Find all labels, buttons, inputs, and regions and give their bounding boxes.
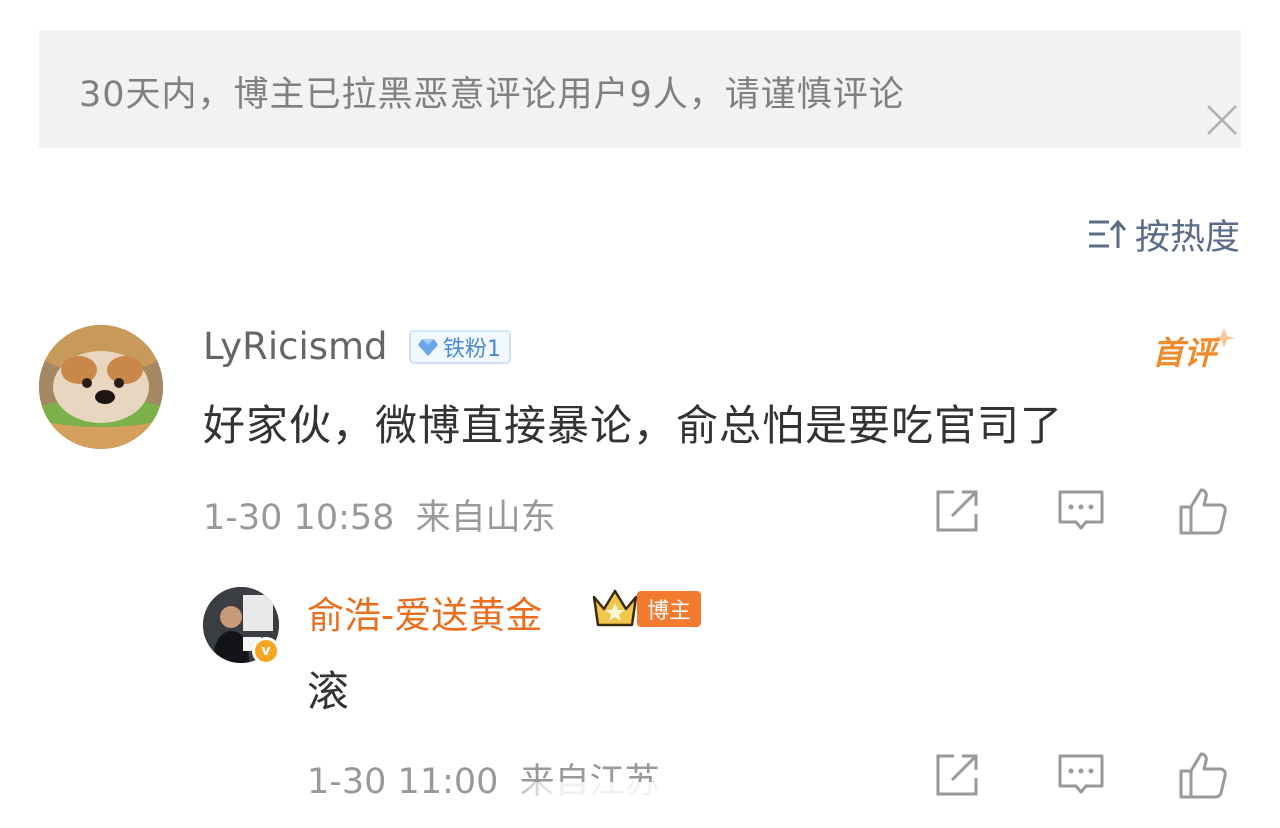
diamond-icon	[418, 339, 438, 356]
reply-icon[interactable]	[1054, 484, 1108, 538]
first-comment-label: 首评	[1152, 334, 1217, 372]
fan-badge-label: 铁粉1	[443, 337, 501, 362]
first-comment-badge: 首评	[1152, 322, 1236, 372]
fan-level-badge[interactable]: 铁粉1	[409, 330, 511, 364]
sort-by-hot-button[interactable]: 按热度	[1087, 212, 1240, 258]
sort-icon	[1088, 219, 1127, 248]
comment-text: 好家伙，微博直接暴论，俞总怕是要吃官司了	[203, 401, 1064, 450]
like-icon[interactable]	[1176, 484, 1230, 538]
close-icon[interactable]	[1202, 100, 1242, 140]
host-badge-label: 博主	[647, 599, 692, 624]
corgi-avatar-image	[39, 325, 163, 449]
share-icon[interactable]	[930, 748, 984, 802]
crown-icon	[592, 589, 638, 627]
notice-text: 30天内，博主已拉黑恶意评论用户9人，请谨慎评论	[79, 75, 905, 115]
share-icon[interactable]	[930, 484, 984, 538]
reply-text: 滚	[307, 667, 350, 716]
reply-username[interactable]: 俞浩-爱送黄金	[307, 585, 542, 639]
comment-time: 1-30 10:58	[203, 498, 395, 538]
comment-meta: 1-30 10:58 来自山东	[203, 489, 556, 540]
avatar[interactable]	[39, 325, 163, 449]
sort-label: 按热度	[1134, 217, 1240, 258]
watermark-overlay	[505, 782, 770, 820]
blocked-users-notice: 30天内，博主已拉黑恶意评论用户9人，请谨慎评论	[39, 30, 1241, 148]
reply-time: 1-30 11:00	[307, 762, 499, 802]
reply-icon[interactable]	[1054, 748, 1108, 802]
like-icon[interactable]	[1176, 748, 1230, 802]
host-badge: 博主	[637, 591, 702, 627]
comment-location: 来自山东	[415, 498, 556, 538]
comment-username[interactable]: LyRicismd	[203, 325, 388, 368]
verified-badge-icon: v	[252, 637, 280, 665]
